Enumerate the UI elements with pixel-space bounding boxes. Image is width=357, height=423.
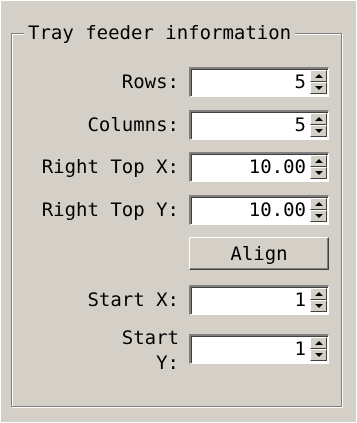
- start-y-value[interactable]: 1: [295, 338, 306, 360]
- start-x-spin-up-icon[interactable]: [310, 288, 327, 300]
- start-x-label: Start X:: [87, 289, 179, 311]
- start-y-label-line1: Start: [121, 327, 179, 349]
- rows-spinbox[interactable]: 5: [189, 67, 329, 97]
- right-top-y-label: Right Top Y:: [41, 199, 179, 221]
- right-top-x-spinbox[interactable]: 10.00: [189, 152, 329, 182]
- rows-label: Rows:: [121, 71, 179, 93]
- right-top-y-spinbox[interactable]: 10.00: [189, 195, 329, 225]
- columns-spin-down-icon[interactable]: [310, 125, 327, 137]
- right-top-x-spin-down-icon[interactable]: [310, 167, 327, 179]
- tray-feeder-panel: Tray feeder information Rows: 5 Columns:…: [0, 0, 357, 423]
- columns-value[interactable]: 5: [295, 114, 306, 136]
- right-top-y-spin-down-icon[interactable]: [310, 210, 327, 222]
- rows-spin-up-icon[interactable]: [310, 70, 327, 82]
- rows-value[interactable]: 5: [295, 71, 306, 93]
- start-y-spin-up-icon[interactable]: [310, 337, 327, 349]
- start-x-value[interactable]: 1: [295, 289, 306, 311]
- rows-spin-down-icon[interactable]: [310, 82, 327, 94]
- right-top-y-spin-up-icon[interactable]: [310, 198, 327, 210]
- align-button[interactable]: Align: [189, 237, 329, 270]
- columns-spin-up-icon[interactable]: [310, 113, 327, 125]
- start-x-spin-down-icon[interactable]: [310, 300, 327, 312]
- columns-label: Columns:: [87, 114, 179, 136]
- right-top-y-value[interactable]: 10.00: [249, 199, 306, 221]
- start-x-spinbox[interactable]: 1: [189, 285, 329, 315]
- right-top-x-label: Right Top X:: [41, 156, 179, 178]
- columns-spinbox[interactable]: 5: [189, 110, 329, 140]
- start-y-label-line2: Y:: [156, 352, 179, 374]
- start-y-spin-down-icon[interactable]: [310, 349, 327, 361]
- right-top-x-value[interactable]: 10.00: [249, 156, 306, 178]
- groupbox-title: Tray feeder information: [24, 20, 296, 46]
- start-y-spinbox[interactable]: 1: [189, 334, 329, 364]
- right-top-x-spin-up-icon[interactable]: [310, 155, 327, 167]
